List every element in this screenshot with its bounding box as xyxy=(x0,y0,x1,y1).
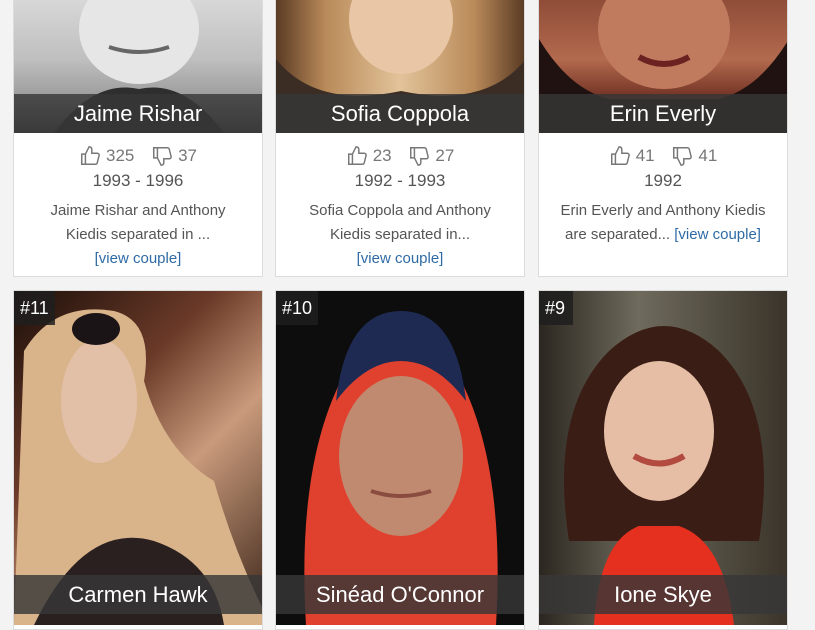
relationship-grid: Jaime Rishar 325 37 1993 - 1996 Jaime Ri… xyxy=(0,0,815,630)
like-button[interactable]: 325 xyxy=(79,143,134,169)
like-count: 325 xyxy=(105,146,135,165)
thumbs-up-icon xyxy=(347,146,367,165)
desc-line: Kiedis separated in... xyxy=(329,226,471,243)
relationship-years: 1993 - 1996 xyxy=(92,171,184,190)
couple-card[interactable]: #10 Sinéad O'Connor xyxy=(275,290,525,630)
rank-badge: #11 xyxy=(14,291,55,325)
rank-badge: #9 xyxy=(539,291,573,325)
dislike-count: 41 xyxy=(698,146,718,165)
desc-line: are separated... xyxy=(565,226,671,243)
thumbs-down-icon xyxy=(153,147,172,166)
vote-row: 23 27 xyxy=(276,143,524,169)
celebrity-name[interactable]: Jaime Rishar xyxy=(14,94,262,133)
thumbs-down-icon xyxy=(410,147,430,166)
desc-line: Sofia Coppola and Anthony xyxy=(309,202,491,219)
celebrity-name[interactable]: Erin Everly xyxy=(539,94,787,133)
couple-card[interactable]: #11 Carmen Hawk xyxy=(13,290,263,630)
rank-badge: #10 xyxy=(276,291,319,325)
couple-card[interactable]: #9 Ione Skye xyxy=(538,290,788,630)
dislike-button[interactable]: 41 xyxy=(671,143,717,169)
desc-line: Kiedis separated in ... xyxy=(65,226,211,243)
desc-line: Erin Everly and Anthony Kiedis xyxy=(560,202,766,219)
dislike-button[interactable]: 37 xyxy=(151,143,197,169)
celebrity-name[interactable]: Ione Skye xyxy=(539,575,787,614)
dislike-button[interactable]: 27 xyxy=(408,143,454,169)
desc-line: Jaime Rishar and Anthony xyxy=(50,202,226,219)
like-count: 41 xyxy=(635,146,655,165)
relationship-years: 1992 - 1993 xyxy=(354,171,446,190)
dislike-count: 37 xyxy=(178,146,198,165)
thumbs-up-icon xyxy=(610,146,630,165)
couple-description: Sofia Coppola and Anthony Kiedis separat… xyxy=(286,199,514,271)
couple-description: Erin Everly and Anthony Kiedis are separ… xyxy=(549,199,777,247)
couple-card[interactable]: Jaime Rishar 325 37 1993 - 1996 Jaime Ri… xyxy=(13,0,263,277)
couple-card[interactable]: Sofia Coppola 23 27 1992 - 1993 Sofia Co… xyxy=(275,0,525,277)
vote-row: 41 41 xyxy=(539,143,787,169)
couple-card[interactable]: Erin Everly 41 41 1992 Erin Everly and A… xyxy=(538,0,788,277)
thumbs-down-icon xyxy=(673,147,693,166)
couple-description: Jaime Rishar and Anthony Kiedis separate… xyxy=(24,199,252,271)
view-couple-link[interactable]: [view couple] xyxy=(674,226,761,243)
celebrity-name[interactable]: Sofia Coppola xyxy=(276,94,524,133)
vote-row: 325 37 xyxy=(14,143,262,169)
dislike-count: 27 xyxy=(435,146,455,165)
thumbs-up-icon xyxy=(81,146,100,165)
celebrity-name[interactable]: Carmen Hawk xyxy=(14,575,262,614)
relationship-years: 1992 xyxy=(644,171,682,190)
celebrity-name[interactable]: Sinéad O'Connor xyxy=(276,575,524,614)
like-button[interactable]: 41 xyxy=(609,143,655,169)
view-couple-link[interactable]: [view couple] xyxy=(24,247,252,271)
view-couple-link[interactable]: [view couple] xyxy=(286,247,514,271)
like-count: 23 xyxy=(372,146,392,165)
like-button[interactable]: 23 xyxy=(346,143,392,169)
